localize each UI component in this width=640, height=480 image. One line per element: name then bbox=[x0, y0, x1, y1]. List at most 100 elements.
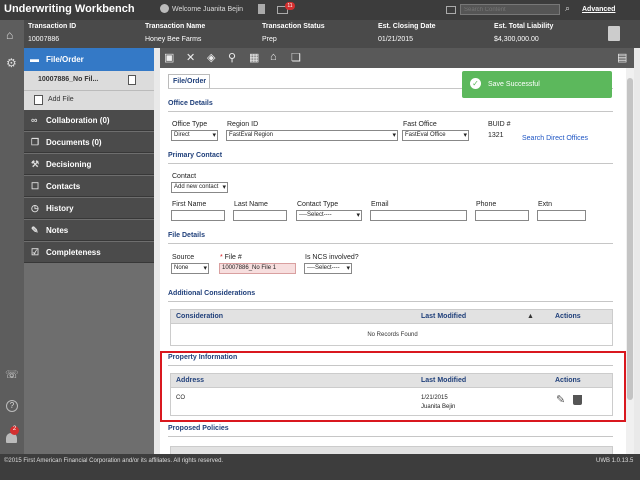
file-number-input[interactable]: 10007886_No File 1 bbox=[219, 263, 296, 274]
contact-type-select[interactable]: ----Select---- bbox=[296, 210, 362, 221]
help-icon[interactable]: ? bbox=[6, 400, 18, 412]
liability-value: $4,300,000.00 bbox=[494, 36, 539, 43]
property-actions-col: Actions bbox=[555, 377, 581, 384]
attach-icon[interactable]: ⚲ bbox=[228, 51, 236, 64]
nav-history[interactable]: ◷ History bbox=[24, 198, 154, 219]
buid-label: BUID # bbox=[488, 121, 511, 128]
property-table-header: Address Last Modified Actions bbox=[170, 373, 613, 388]
alert-badge: 2 bbox=[10, 426, 19, 435]
sort-up-icon[interactable]: ▲ bbox=[527, 313, 534, 320]
file-details-heading: File Details bbox=[168, 232, 205, 239]
trash-icon[interactable] bbox=[573, 395, 582, 405]
nav-documents[interactable]: ❐ Documents (0) bbox=[24, 132, 154, 153]
home-icon[interactable]: ⌂ bbox=[6, 28, 13, 42]
nav-completeness[interactable]: ☑ Completeness bbox=[24, 242, 154, 263]
nav-collaboration-label: Collaboration (0) bbox=[46, 116, 110, 125]
copyright-text: ©2015 First American Financial Corporati… bbox=[4, 458, 224, 464]
last-modified-col[interactable]: Last Modified bbox=[421, 313, 466, 320]
contacts-icon: ☐ bbox=[31, 181, 40, 191]
nav-file-order[interactable]: ▬ File/Order bbox=[24, 48, 154, 71]
email-input[interactable] bbox=[370, 210, 467, 221]
property-last-modified-col[interactable]: Last Modified bbox=[421, 377, 466, 384]
top-bar: Underwriting Workbench Welcome Juanita B… bbox=[0, 0, 640, 20]
tab-file-order[interactable]: File/Order bbox=[168, 74, 210, 88]
search-direct-offices-link[interactable]: Search Direct Offices bbox=[522, 135, 588, 142]
txn-name-value: Honey Bee Farms bbox=[145, 36, 202, 43]
closing-date-value: 01/21/2015 bbox=[378, 36, 414, 43]
extn-input[interactable] bbox=[537, 210, 586, 221]
nav-notes-label: Notes bbox=[46, 226, 69, 235]
table-row[interactable]: CO 1/21/2015 Juanita Bejin ✎ bbox=[170, 388, 613, 416]
menu-icon[interactable] bbox=[446, 6, 456, 14]
transaction-header: ⌂ Transaction ID Transaction Name Transa… bbox=[0, 20, 640, 48]
left-rail: ⚙ ☏ ? 2 bbox=[0, 48, 24, 454]
region-select[interactable]: FastEval Region bbox=[226, 130, 398, 141]
pencil-icon: ✎ bbox=[31, 225, 39, 235]
extn-label: Extn bbox=[538, 201, 553, 208]
shield-check-icon[interactable]: ◈ bbox=[207, 51, 215, 64]
file-number-label-text: File # bbox=[224, 254, 242, 261]
file-item[interactable]: 10007886_No Fil... bbox=[24, 71, 154, 91]
nav-history-label: History bbox=[46, 204, 74, 213]
last-name-input[interactable] bbox=[233, 210, 287, 221]
additional-divider bbox=[168, 301, 613, 302]
search-input[interactable] bbox=[460, 4, 560, 15]
search-icon[interactable]: ⌕ bbox=[565, 3, 570, 14]
link-icon: ∞ bbox=[31, 115, 38, 125]
contact-label: Contact bbox=[172, 173, 197, 180]
property-modified-user: Juanita Bejin bbox=[421, 404, 456, 410]
app-title: Underwriting Workbench bbox=[4, 3, 135, 15]
scrollbar-thumb[interactable] bbox=[627, 78, 633, 400]
gavel-icon: ⚒ bbox=[31, 159, 40, 169]
notification-badge: 11 bbox=[285, 2, 295, 10]
version-text: UWB 1.0.13.5 bbox=[596, 458, 634, 464]
edit-icon[interactable]: ✎ bbox=[556, 393, 565, 406]
phone-icon[interactable]: ☏ bbox=[5, 368, 19, 381]
pdf-icon[interactable] bbox=[128, 75, 136, 85]
fast-office-select[interactable]: FastEval Office bbox=[402, 130, 469, 141]
house-icon[interactable]: ⌂ bbox=[270, 51, 277, 63]
considerations-table-header: Consideration Last Modified ▲ Actions bbox=[170, 309, 613, 324]
address-col[interactable]: Address bbox=[176, 377, 204, 384]
fast-office-label: Fast Office bbox=[403, 121, 437, 128]
txn-id-header: Transaction ID bbox=[28, 23, 77, 30]
documents-icon: ❐ bbox=[31, 137, 40, 147]
delete-icon[interactable]: ▤ bbox=[617, 51, 627, 64]
contact-divider bbox=[168, 163, 613, 164]
folder-icon: ▬ bbox=[30, 54, 39, 64]
property-information-heading: Property Information bbox=[168, 354, 238, 361]
bookmark-icon[interactable] bbox=[258, 4, 265, 14]
calculator-icon[interactable]: ▦ bbox=[249, 51, 259, 64]
file-number-label: * File # bbox=[220, 254, 242, 261]
folder-transfer-icon[interactable]: ❏ bbox=[291, 51, 301, 64]
user-icon[interactable] bbox=[160, 4, 169, 13]
footer: ©2015 First American Financial Corporati… bbox=[0, 454, 640, 480]
office-divider bbox=[168, 111, 613, 112]
toast-message: Save Successful bbox=[488, 81, 540, 88]
closing-date-header: Est. Closing Date bbox=[378, 23, 436, 30]
source-select[interactable]: None bbox=[171, 263, 209, 274]
add-file-icon bbox=[34, 95, 43, 105]
property-modified-date: 1/21/2015 bbox=[421, 395, 448, 401]
nav-decisioning[interactable]: ⚒ Decisioning bbox=[24, 154, 154, 175]
close-icon[interactable]: ✕ bbox=[186, 51, 195, 64]
phone-input[interactable] bbox=[475, 210, 529, 221]
liability-header: Est. Total Liability bbox=[494, 23, 554, 30]
first-name-input[interactable] bbox=[171, 210, 225, 221]
gear-icon[interactable]: ⚙ bbox=[6, 56, 17, 70]
primary-contact-heading: Primary Contact bbox=[168, 152, 223, 159]
add-file-button[interactable]: Add File bbox=[24, 91, 154, 110]
nav-collaboration[interactable]: ∞ Collaboration (0) bbox=[24, 110, 154, 131]
save-icon[interactable]: ▣ bbox=[164, 51, 174, 64]
document-icon[interactable] bbox=[608, 26, 620, 41]
property-divider bbox=[168, 365, 613, 366]
office-type-select[interactable]: Direct bbox=[171, 130, 218, 141]
action-toolbar: ▣ ✕ ◈ ⚲ ▦ ⌂ ❏ ▤ bbox=[160, 48, 634, 68]
nav-contacts[interactable]: ☐ Contacts bbox=[24, 176, 154, 197]
contact-select[interactable]: Add new contact bbox=[171, 182, 228, 193]
advanced-search-link[interactable]: Advanced bbox=[582, 6, 615, 13]
consideration-col[interactable]: Consideration bbox=[176, 313, 223, 320]
nav-decisioning-label: Decisioning bbox=[46, 160, 92, 169]
ncs-select[interactable]: ----Select---- bbox=[304, 263, 352, 274]
nav-notes[interactable]: ✎ Notes bbox=[24, 220, 154, 241]
